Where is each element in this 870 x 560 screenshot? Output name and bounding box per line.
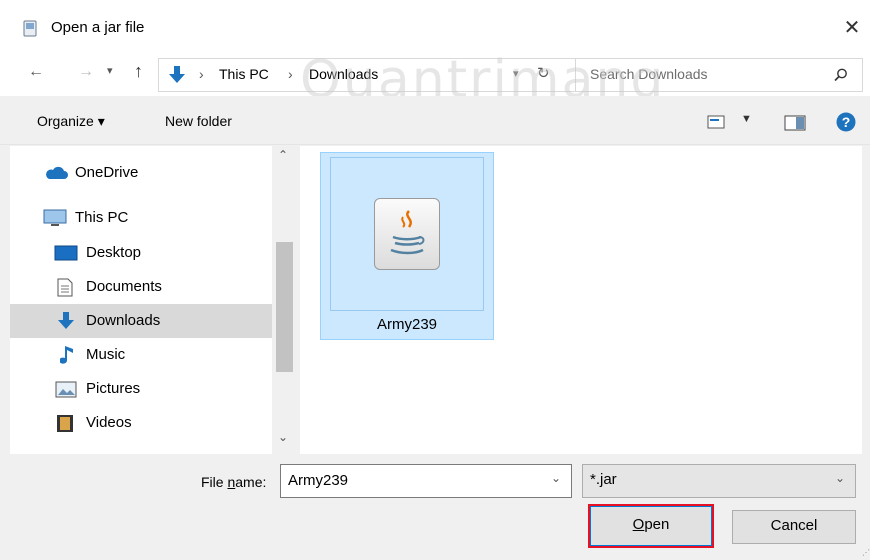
desktop-icon	[54, 245, 78, 261]
nav-item-label: Desktop	[86, 244, 142, 261]
breadcrumb-separator-icon: ›	[199, 66, 204, 82]
file-name-dropdown-chevron-icon[interactable]: ⌄	[551, 471, 561, 485]
picture-icon	[55, 381, 77, 398]
nav-item-label: This PC	[75, 209, 129, 226]
java-icon	[374, 198, 440, 270]
nav-item-music[interactable]: Music	[10, 338, 272, 372]
cancel-button-label: Cancel	[770, 517, 818, 534]
file-name-value[interactable]: Army239	[288, 472, 348, 489]
cloud-icon	[46, 166, 68, 179]
breadcrumb-separator-icon: ›	[288, 66, 293, 82]
download-icon	[169, 66, 185, 83]
organize-menu-button[interactable]: Organize ▾	[37, 113, 105, 130]
video-icon	[57, 415, 73, 432]
preview-pane-icon[interactable]	[784, 115, 806, 131]
computer-icon	[43, 209, 67, 226]
back-arrow-icon[interactable]: ←	[28, 63, 44, 81]
scroll-up-arrow-icon[interactable]: ⌃	[278, 148, 288, 162]
breadcrumb-this-pc[interactable]: This PC	[219, 66, 269, 82]
view-options-icon[interactable]	[707, 115, 727, 129]
nav-item-label: Documents	[86, 278, 162, 295]
cancel-button[interactable]: Cancel	[732, 510, 856, 544]
view-dropdown-chevron-icon[interactable]: ▼	[741, 113, 752, 125]
svg-text:?: ?	[842, 114, 851, 130]
nav-item-onedrive[interactable]: OneDrive	[10, 156, 272, 190]
file-name-label: File name:	[201, 474, 267, 490]
nav-item-label: Videos	[86, 414, 132, 431]
nav-item-videos[interactable]: Videos	[10, 406, 272, 440]
file-type-value: *.jar	[590, 471, 617, 488]
download-icon	[58, 312, 74, 329]
help-icon[interactable]: ?	[836, 112, 856, 132]
nav-item-pictures[interactable]: Pictures	[10, 372, 272, 406]
file-type-dropdown-chevron-icon[interactable]: ⌄	[835, 471, 845, 485]
file-name-label: Army239	[376, 316, 438, 333]
new-folder-button[interactable]: New folder	[165, 113, 232, 129]
up-arrow-icon[interactable]: ↑	[134, 61, 143, 82]
nav-item-label: Downloads	[86, 312, 161, 329]
recent-locations-chevron-icon[interactable]: ▾	[107, 64, 113, 77]
file-type-select[interactable]: *.jar ⌄	[582, 464, 856, 498]
open-button[interactable]: Open	[588, 504, 714, 548]
close-button[interactable]: ✕	[834, 12, 870, 44]
resize-grip-icon[interactable]: ⋰	[862, 548, 870, 557]
window-title: Open a jar file	[51, 19, 145, 36]
navigation-pane: OneDrive This PC Desktop Documents Downl…	[10, 146, 296, 454]
forward-arrow-icon[interactable]: →	[78, 63, 94, 81]
document-icon	[57, 278, 73, 297]
nav-item-documents[interactable]: Documents	[10, 270, 272, 304]
nav-item-this-pc[interactable]: This PC	[10, 201, 272, 235]
nav-pane-scroll-thumb[interactable]	[276, 242, 293, 372]
file-name-field[interactable]: Army239 ⌄	[280, 464, 572, 498]
java-app-icon	[23, 20, 37, 37]
music-icon	[60, 346, 73, 364]
nav-item-label: Pictures	[86, 380, 141, 397]
nav-item-label: OneDrive	[75, 164, 139, 181]
command-toolbar	[0, 96, 870, 145]
scroll-down-arrow-icon[interactable]: ⌄	[278, 430, 288, 444]
nav-item-desktop[interactable]: Desktop	[10, 236, 272, 270]
nav-item-label: Music	[86, 346, 126, 363]
search-icon[interactable]	[834, 68, 848, 82]
nav-item-downloads[interactable]: Downloads	[10, 304, 272, 338]
open-button-label: Open	[632, 516, 670, 533]
